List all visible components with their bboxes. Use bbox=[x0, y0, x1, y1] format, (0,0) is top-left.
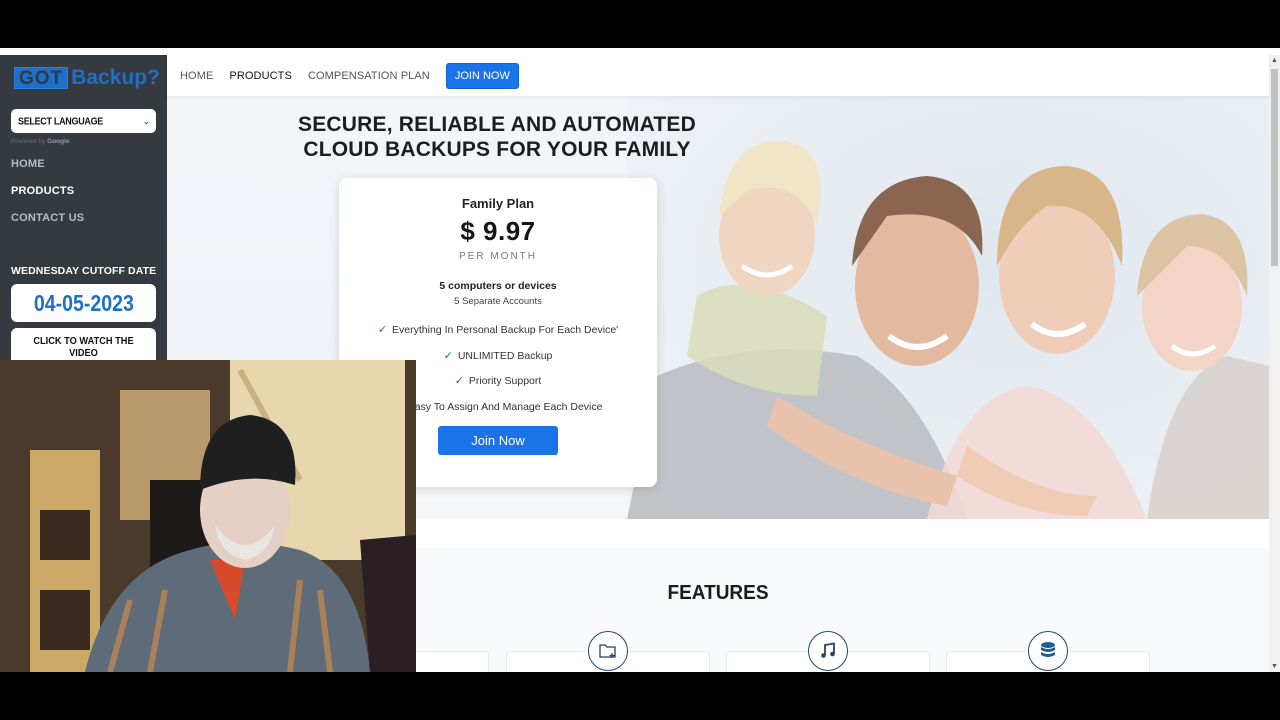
powered-by-google: Powered by Google bbox=[11, 138, 70, 145]
top-navigation: HOME PRODUCTS COMPENSATION PLAN JOIN NOW bbox=[167, 55, 1269, 96]
headline-line-2: CLOUD BACKUPS FOR YOUR FAMILY bbox=[303, 138, 691, 161]
chevron-down-icon: ⌄ bbox=[142, 115, 150, 126]
music-note-icon bbox=[808, 631, 848, 671]
watch-video-label: CLICK TO WATCH THE VIDEO bbox=[33, 335, 134, 359]
cutoff-date-label: WEDNESDAY CUTOFF DATE bbox=[11, 265, 157, 277]
webcam-overlay bbox=[0, 360, 416, 672]
language-select[interactable]: SELECT LANGUAGE ⌄ bbox=[11, 109, 156, 133]
language-select-value: SELECT LANGUAGE bbox=[18, 115, 104, 127]
plan-devices: 5 computers or devices bbox=[439, 280, 557, 292]
plan-feature-text: UNLIMITED Backup bbox=[457, 349, 553, 362]
plan-feature-text: Easy To Assign And Manage Each Device bbox=[407, 400, 603, 413]
webcam-presenter-image bbox=[0, 360, 416, 672]
page-scrollbar[interactable]: ▲ ▼ bbox=[1269, 55, 1280, 672]
logo-backup: Backup? bbox=[71, 66, 160, 89]
family-photo-illustration bbox=[627, 140, 1269, 519]
check-icon: ✓ bbox=[443, 349, 453, 362]
plan-price: $ 9.97 bbox=[460, 216, 536, 246]
plan-feature: ✓ Everything In Personal Backup For Each … bbox=[339, 321, 657, 347]
powered-by-text: Powered by bbox=[11, 138, 46, 145]
nav-products[interactable]: PRODUCTS bbox=[229, 70, 292, 82]
family-photo bbox=[627, 96, 1269, 519]
plan-accounts: 5 Separate Accounts bbox=[454, 296, 542, 307]
check-icon: ✓ bbox=[454, 375, 464, 387]
plan-period: PER MONTH bbox=[459, 251, 537, 262]
join-now-nav-button[interactable]: JOIN NOW bbox=[445, 62, 519, 89]
scroll-up-arrow-icon[interactable]: ▲ bbox=[1269, 57, 1280, 64]
check-icon: ✓ bbox=[377, 324, 388, 336]
plan-feature-text: Priority Support bbox=[468, 375, 542, 387]
scroll-thumb[interactable] bbox=[1271, 69, 1278, 266]
sidebar-item-contact-us[interactable]: CONTACT US bbox=[11, 212, 84, 224]
logo-got: GOT bbox=[14, 67, 69, 89]
cutoff-date-badge: 04-05-2023 bbox=[11, 284, 156, 322]
database-icon bbox=[1028, 631, 1068, 671]
headline-line-1: SECURE, RELIABLE AND AUTOMATED bbox=[297, 113, 696, 136]
nav-home[interactable]: HOME bbox=[180, 70, 213, 82]
hero-headline: SECURE, RELIABLE AND AUTOMATED CLOUD BAC… bbox=[287, 112, 707, 162]
google-brand: Google bbox=[47, 138, 70, 145]
plan-feature-text: Everything In Personal Backup For Each D… bbox=[392, 324, 619, 336]
gotbackup-logo[interactable]: GOT Backup? bbox=[14, 67, 160, 89]
plan-name: Family Plan bbox=[461, 196, 535, 211]
sidebar-item-products[interactable]: PRODUCTS bbox=[11, 185, 74, 197]
sidebar-item-home[interactable]: HOME bbox=[11, 158, 45, 170]
join-now-plan-button[interactable]: Join Now bbox=[438, 426, 558, 455]
folder-plus-icon bbox=[588, 631, 628, 671]
cutoff-date-value: 04-05-2023 bbox=[33, 290, 134, 316]
scroll-down-arrow-icon[interactable]: ▼ bbox=[1269, 663, 1280, 670]
nav-compensation-plan[interactable]: COMPENSATION PLAN bbox=[308, 70, 430, 82]
